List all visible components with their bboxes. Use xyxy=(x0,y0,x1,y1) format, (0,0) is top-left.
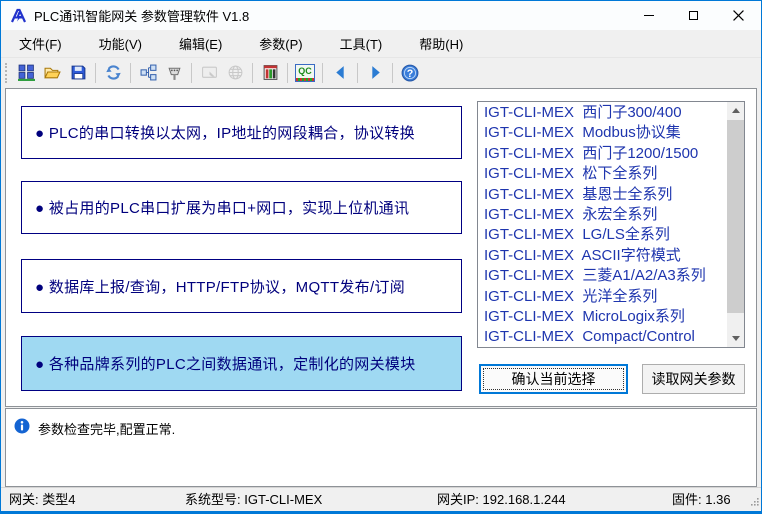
scrollbar-thumb[interactable] xyxy=(727,120,744,313)
back-arrow-icon xyxy=(332,64,349,81)
refresh-icon xyxy=(105,64,122,81)
menu-help[interactable]: 帮助(H) xyxy=(407,30,475,57)
list-item[interactable]: IGT-CLI-MEX ASCII字符模式 xyxy=(478,246,727,266)
main-panel: ● PLC的串口转换以太网，IP地址的网段耦合，协议转换 ● 被占用的PLC串口… xyxy=(5,88,757,407)
open-file-button[interactable] xyxy=(40,61,64,85)
scroll-down-icon[interactable] xyxy=(727,330,744,347)
app-logo-icon xyxy=(10,8,27,24)
refresh-button[interactable] xyxy=(101,61,125,85)
list-item[interactable]: IGT-CLI-MEX Modbus协议集 xyxy=(478,123,727,143)
toolbar-separator xyxy=(392,63,393,83)
list-item[interactable]: IGT-CLI-MEX Compact/Control xyxy=(478,327,727,347)
remote-screen-button xyxy=(197,61,221,85)
list-item[interactable]: IGT-CLI-MEX 西门子1200/1500 xyxy=(478,144,727,164)
menu-edit[interactable]: 编辑(E) xyxy=(167,30,234,57)
serial-port-icon xyxy=(166,64,183,81)
title-bar: PLC通讯智能网关 参数管理软件 V1.8 xyxy=(1,1,761,30)
minimize-button[interactable] xyxy=(626,1,671,30)
minimize-icon xyxy=(644,15,654,16)
statusbar-ip: 网关IP: 192.168.1.244 xyxy=(437,488,566,512)
menu-tools[interactable]: 工具(T) xyxy=(328,30,395,57)
maximize-button[interactable] xyxy=(671,1,716,30)
forward-arrow-icon xyxy=(367,64,384,81)
toolbar-separator xyxy=(287,63,288,83)
list-item[interactable]: IGT-CLI-MEX 松下全系列 xyxy=(478,164,727,184)
toolbar: QC ? xyxy=(1,57,761,87)
feature-text: ● 数据库上报/查询，HTTP/FTP协议，MQTT发布/订阅 xyxy=(35,276,405,297)
remote-screen-icon xyxy=(201,64,218,81)
help-icon: ? xyxy=(401,64,419,82)
feature-database-mqtt[interactable]: ● 数据库上报/查询，HTTP/FTP协议，MQTT发布/订阅 xyxy=(21,259,462,313)
info-icon xyxy=(14,418,30,439)
open-folder-icon xyxy=(44,64,61,81)
read-gateway-params-button[interactable]: 读取网关参数 xyxy=(642,364,745,394)
toolbar-separator xyxy=(322,63,323,83)
module-button[interactable] xyxy=(258,61,282,85)
toolbar-separator xyxy=(191,63,192,83)
close-icon xyxy=(733,10,744,21)
status-message: 参数检查完毕,配置正常. xyxy=(38,419,175,438)
save-button[interactable] xyxy=(66,61,90,85)
module-icon xyxy=(262,64,279,81)
menu-bar: 文件(F) 功能(V) 编辑(E) 参数(P) 工具(T) 帮助(H) xyxy=(1,30,761,57)
gateway-model-listbox: IGT-CLI-MEX 西门子300/400 IGT-CLI-MEX Modbu… xyxy=(477,101,745,348)
menu-file[interactable]: 文件(F) xyxy=(7,30,74,57)
toolbar-separator xyxy=(252,63,253,83)
serial-port-button[interactable] xyxy=(162,61,186,85)
qc-button[interactable]: QC xyxy=(293,61,317,85)
globe-icon xyxy=(227,64,244,81)
resize-grip-icon[interactable] xyxy=(750,494,759,509)
network-connect-button[interactable] xyxy=(14,61,38,85)
list-item[interactable]: IGT-CLI-MEX 永宏全系列 xyxy=(478,205,727,225)
list-item[interactable]: IGT-CLI-MEX 基恩士全系列 xyxy=(478,185,727,205)
feature-port-expansion[interactable]: ● 被占用的PLC串口扩展为串口+网口，实现上位机通讯 xyxy=(21,181,462,234)
scroll-up-icon[interactable] xyxy=(727,102,744,119)
topology-icon xyxy=(140,64,157,81)
feature-text: ● 各种品牌系列的PLC之间数据通讯，定制化的网关模块 xyxy=(35,353,416,374)
app-window: PLC通讯智能网关 参数管理软件 V1.8 文件(F) 功能(V) 编辑(E) … xyxy=(0,0,762,514)
menu-parameter[interactable]: 参数(P) xyxy=(247,30,314,57)
network-connect-icon xyxy=(18,64,35,81)
toolbar-separator xyxy=(95,63,96,83)
statusbar-firmware: 固件: 1.36 xyxy=(672,488,731,512)
menu-function[interactable]: 功能(V) xyxy=(87,30,154,57)
statusbar-model: 系统型号: IGT-CLI-MEX xyxy=(185,488,322,512)
help-button[interactable]: ? xyxy=(398,61,422,85)
statusbar-gateway: 网关: 类型4 xyxy=(9,488,75,512)
feature-text: ● PLC的串口转换以太网，IP地址的网段耦合，协议转换 xyxy=(35,122,415,143)
list-scrollbar[interactable] xyxy=(727,102,744,347)
feature-text: ● 被占用的PLC串口扩展为串口+网口，实现上位机通讯 xyxy=(35,197,409,218)
window-title: PLC通讯智能网关 参数管理软件 V1.8 xyxy=(34,6,249,25)
feature-serial-to-ethernet[interactable]: ● PLC的串口转换以太网，IP地址的网段耦合，协议转换 xyxy=(21,106,462,159)
maximize-icon xyxy=(689,11,698,20)
list-item[interactable]: IGT-CLI-MEX MicroLogix系列 xyxy=(478,307,727,327)
qc-icon: QC xyxy=(295,64,315,82)
status-bar: 网关: 类型4 系统型号: IGT-CLI-MEX 网关IP: 192.168.… xyxy=(1,487,761,511)
topology-button[interactable] xyxy=(136,61,160,85)
feature-plc-to-plc-selected[interactable]: ● 各种品牌系列的PLC之间数据通讯，定制化的网关模块 xyxy=(21,336,462,391)
list-item[interactable]: IGT-CLI-MEX 光洋全系列 xyxy=(478,287,727,307)
forward-button[interactable] xyxy=(363,61,387,85)
network-globe-button xyxy=(223,61,247,85)
back-button[interactable] xyxy=(328,61,352,85)
toolbar-grip[interactable] xyxy=(5,63,9,83)
svg-text:?: ? xyxy=(407,67,414,79)
list-item[interactable]: IGT-CLI-MEX 三菱A1/A2/A3系列 xyxy=(478,266,727,286)
save-floppy-icon xyxy=(70,64,87,81)
toolbar-separator xyxy=(357,63,358,83)
toolbar-separator xyxy=(130,63,131,83)
confirm-selection-button[interactable]: 确认当前选择 xyxy=(479,364,628,394)
close-button[interactable] xyxy=(716,1,761,30)
message-panel: 参数检查完毕,配置正常. xyxy=(5,408,757,487)
list-item[interactable]: IGT-CLI-MEX LG/LS全系列 xyxy=(478,225,727,245)
list-item[interactable]: IGT-CLI-MEX 西门子300/400 xyxy=(478,103,727,123)
